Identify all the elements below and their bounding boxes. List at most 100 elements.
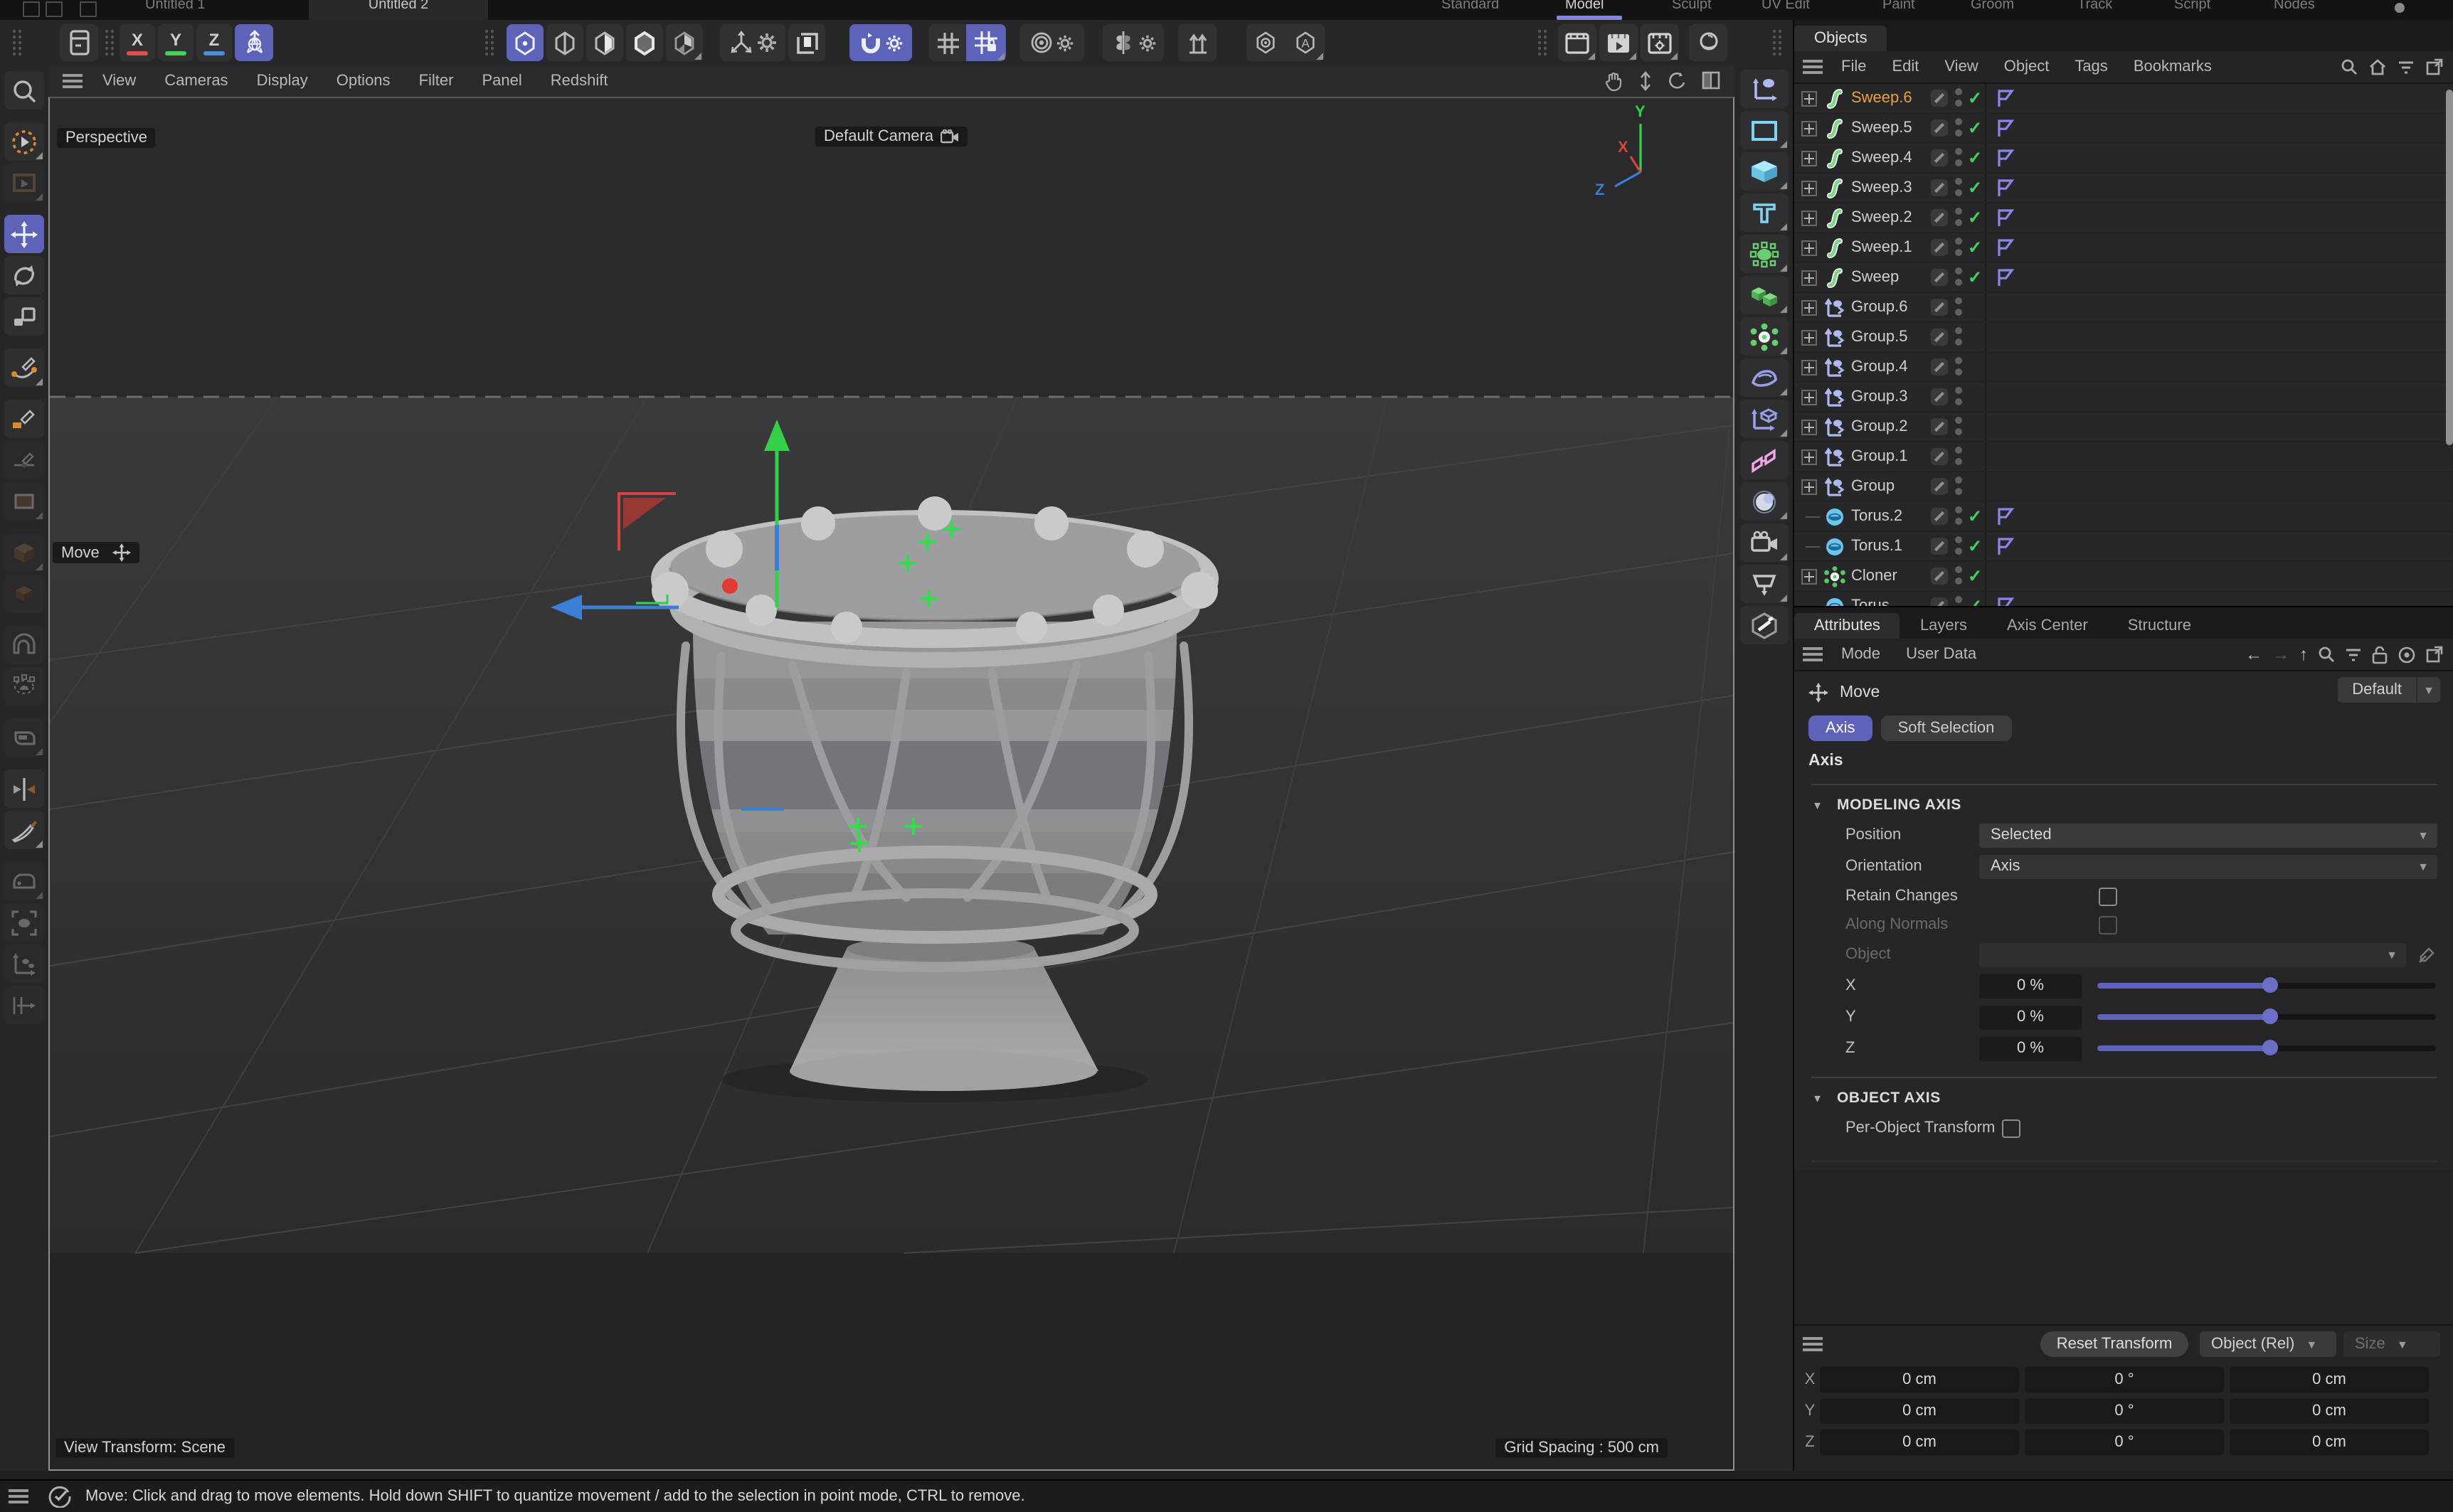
visibility-dots[interactable] — [1955, 88, 1962, 108]
retain-changes-checkbox[interactable] — [2099, 887, 2117, 905]
tab-layers[interactable]: Layers — [1900, 613, 1987, 639]
user-avatar-dot[interactable] — [2395, 3, 2405, 13]
toolbar-drag-handle[interactable] — [1771, 28, 1783, 57]
workspace-tab-script[interactable]: Script — [2174, 0, 2210, 13]
filter-icon[interactable] — [2398, 59, 2415, 75]
percent-input[interactable]: 0 % — [1979, 1036, 2082, 1060]
lock-x-axis-button[interactable]: X — [120, 24, 155, 61]
deformed-editing-button[interactable]: A — [1285, 24, 1325, 61]
center-axis-tool-button[interactable] — [4, 903, 44, 942]
workspace-tab-groom[interactable]: Groom — [1971, 0, 2014, 13]
zoom-view-icon[interactable] — [1638, 71, 1653, 91]
enabled-check-icon[interactable]: ✓ — [1968, 566, 1982, 586]
mograph-field-button[interactable] — [1739, 235, 1788, 273]
edit-toggle-icon[interactable] — [1931, 597, 1948, 607]
sweep-object-icon[interactable] — [1824, 177, 1845, 198]
viewport-menu-options[interactable]: Options — [322, 73, 405, 90]
enabled-check-icon[interactable]: ✓ — [1968, 178, 1982, 198]
edit-toggle-icon[interactable] — [1931, 568, 1948, 585]
arch-tool-button[interactable] — [4, 626, 44, 664]
render-view-button[interactable] — [1558, 24, 1596, 61]
modeling-axis-section-header[interactable]: ▾ MODELING AXIS — [1794, 791, 2453, 819]
parent-up-icon[interactable]: ↑ — [2299, 644, 2308, 664]
tag-icon[interactable] — [1995, 148, 2015, 168]
orientation-dropdown[interactable]: Axis ▼ — [1979, 854, 2437, 878]
percent-slider[interactable] — [2097, 1014, 2436, 1020]
tweak-mode-button[interactable] — [1178, 24, 1217, 61]
expand-icon[interactable] — [1801, 329, 1817, 345]
edit-toggle-icon[interactable] — [1931, 269, 1948, 286]
torus-object-icon[interactable] — [1824, 536, 1845, 557]
viewport-menu-filter[interactable]: Filter — [405, 73, 468, 90]
object-name[interactable]: Torus.1 — [1851, 538, 1902, 555]
object-name[interactable]: Group.4 — [1851, 358, 1908, 376]
percent-input[interactable]: 0 % — [1979, 974, 2082, 998]
objects-menu-file[interactable]: File — [1828, 58, 1879, 75]
object-row[interactable]: Group.5 — [1794, 323, 2453, 353]
percent-slider[interactable] — [2097, 983, 2436, 989]
expand-icon[interactable] — [1801, 240, 1817, 255]
grid-toggle-button[interactable] — [929, 24, 966, 61]
expand-icon[interactable] — [1801, 449, 1817, 464]
edit-toggle-icon[interactable] — [1931, 179, 1948, 196]
per-object-transform-checkbox[interactable] — [2002, 1119, 2020, 1137]
preset-dropdown[interactable]: Default ▼ — [2338, 677, 2440, 703]
object-name[interactable]: Group.3 — [1851, 388, 1908, 405]
history-forward-icon[interactable]: → — [2272, 644, 2289, 664]
new-doc-icon[interactable] — [23, 1, 40, 17]
axis-center-button[interactable] — [1739, 400, 1788, 438]
tag-icon[interactable] — [1995, 536, 2015, 556]
workspace-tab-nodes[interactable]: Nodes — [2274, 0, 2315, 13]
tag-icon[interactable] — [1995, 208, 2015, 228]
tag-icon[interactable] — [1995, 178, 2015, 198]
enabled-check-icon[interactable]: ✓ — [1968, 596, 1982, 607]
visibility-dots[interactable] — [1955, 327, 1962, 347]
filter-icon[interactable] — [2345, 646, 2362, 662]
move-tool-button[interactable] — [4, 215, 44, 253]
coordinate-mode-dropdown[interactable]: Object (Rel) ▼ — [2200, 1331, 2336, 1357]
viewport-menu-view[interactable]: View — [88, 73, 150, 90]
workspace-tab-model[interactable]: Model — [1565, 0, 1604, 13]
axis-modification-tool-button[interactable] — [4, 944, 44, 983]
visibility-dots[interactable] — [1955, 178, 1962, 198]
doc-tab-inactive[interactable]: Untitled 1 — [145, 0, 206, 13]
statusbar-hamburger-icon[interactable] — [9, 1489, 28, 1503]
visibility-dots[interactable] — [1955, 477, 1962, 496]
workspace-tab-sculpt[interactable]: Sculpt — [1672, 0, 1712, 13]
render-to-picture-viewer-button[interactable] — [1599, 24, 1638, 61]
toolbar-drag-handle[interactable] — [484, 28, 495, 57]
undock-icon[interactable] — [2426, 58, 2443, 75]
primitive-cube-button[interactable] — [1739, 152, 1788, 191]
expand-icon[interactable] — [1801, 359, 1817, 375]
object-row[interactable]: Group — [1794, 472, 2453, 502]
modeling-settings-button[interactable] — [60, 24, 98, 61]
rotation-input[interactable]: 0 ° — [2025, 1429, 2224, 1454]
viewport-menu-hamburger-icon[interactable] — [63, 74, 83, 88]
position-input[interactable]: 0 cm — [1820, 1429, 2019, 1454]
object-name[interactable]: Group.2 — [1851, 418, 1908, 435]
search-icon[interactable] — [2341, 58, 2358, 75]
enabled-check-icon[interactable]: ✓ — [1968, 267, 1982, 287]
cube-primitive-alt-tool-button[interactable] — [4, 575, 44, 613]
group-object-icon[interactable] — [1824, 356, 1845, 378]
edit-toggle-icon[interactable] — [1931, 478, 1948, 495]
toolbar-drag-handle[interactable] — [1537, 28, 1548, 57]
object-mode-button[interactable] — [626, 24, 663, 61]
group-object-icon[interactable] — [1824, 297, 1845, 318]
edit-toggle-icon[interactable] — [1931, 448, 1948, 465]
edit-toggle-icon[interactable] — [1931, 388, 1948, 405]
lock-open-icon[interactable] — [2372, 645, 2388, 664]
tag-icon[interactable] — [1995, 596, 2015, 607]
rotation-input[interactable]: 0 ° — [2025, 1397, 2224, 1423]
scale-input[interactable]: 0 cm — [2230, 1429, 2429, 1454]
object-row[interactable]: Group.6 — [1794, 293, 2453, 323]
home-icon[interactable] — [2369, 58, 2386, 75]
workplane-button[interactable] — [788, 24, 825, 61]
tag-icon[interactable] — [1995, 506, 2015, 526]
tag-icon[interactable] — [1995, 267, 2015, 287]
scale-input[interactable]: 0 cm — [2230, 1397, 2429, 1423]
toolbar-drag-handle[interactable] — [104, 28, 115, 57]
expand-icon[interactable] — [1801, 150, 1817, 166]
object-row[interactable]: Group.4 — [1794, 353, 2453, 383]
edit-materials-button[interactable] — [1739, 606, 1788, 644]
